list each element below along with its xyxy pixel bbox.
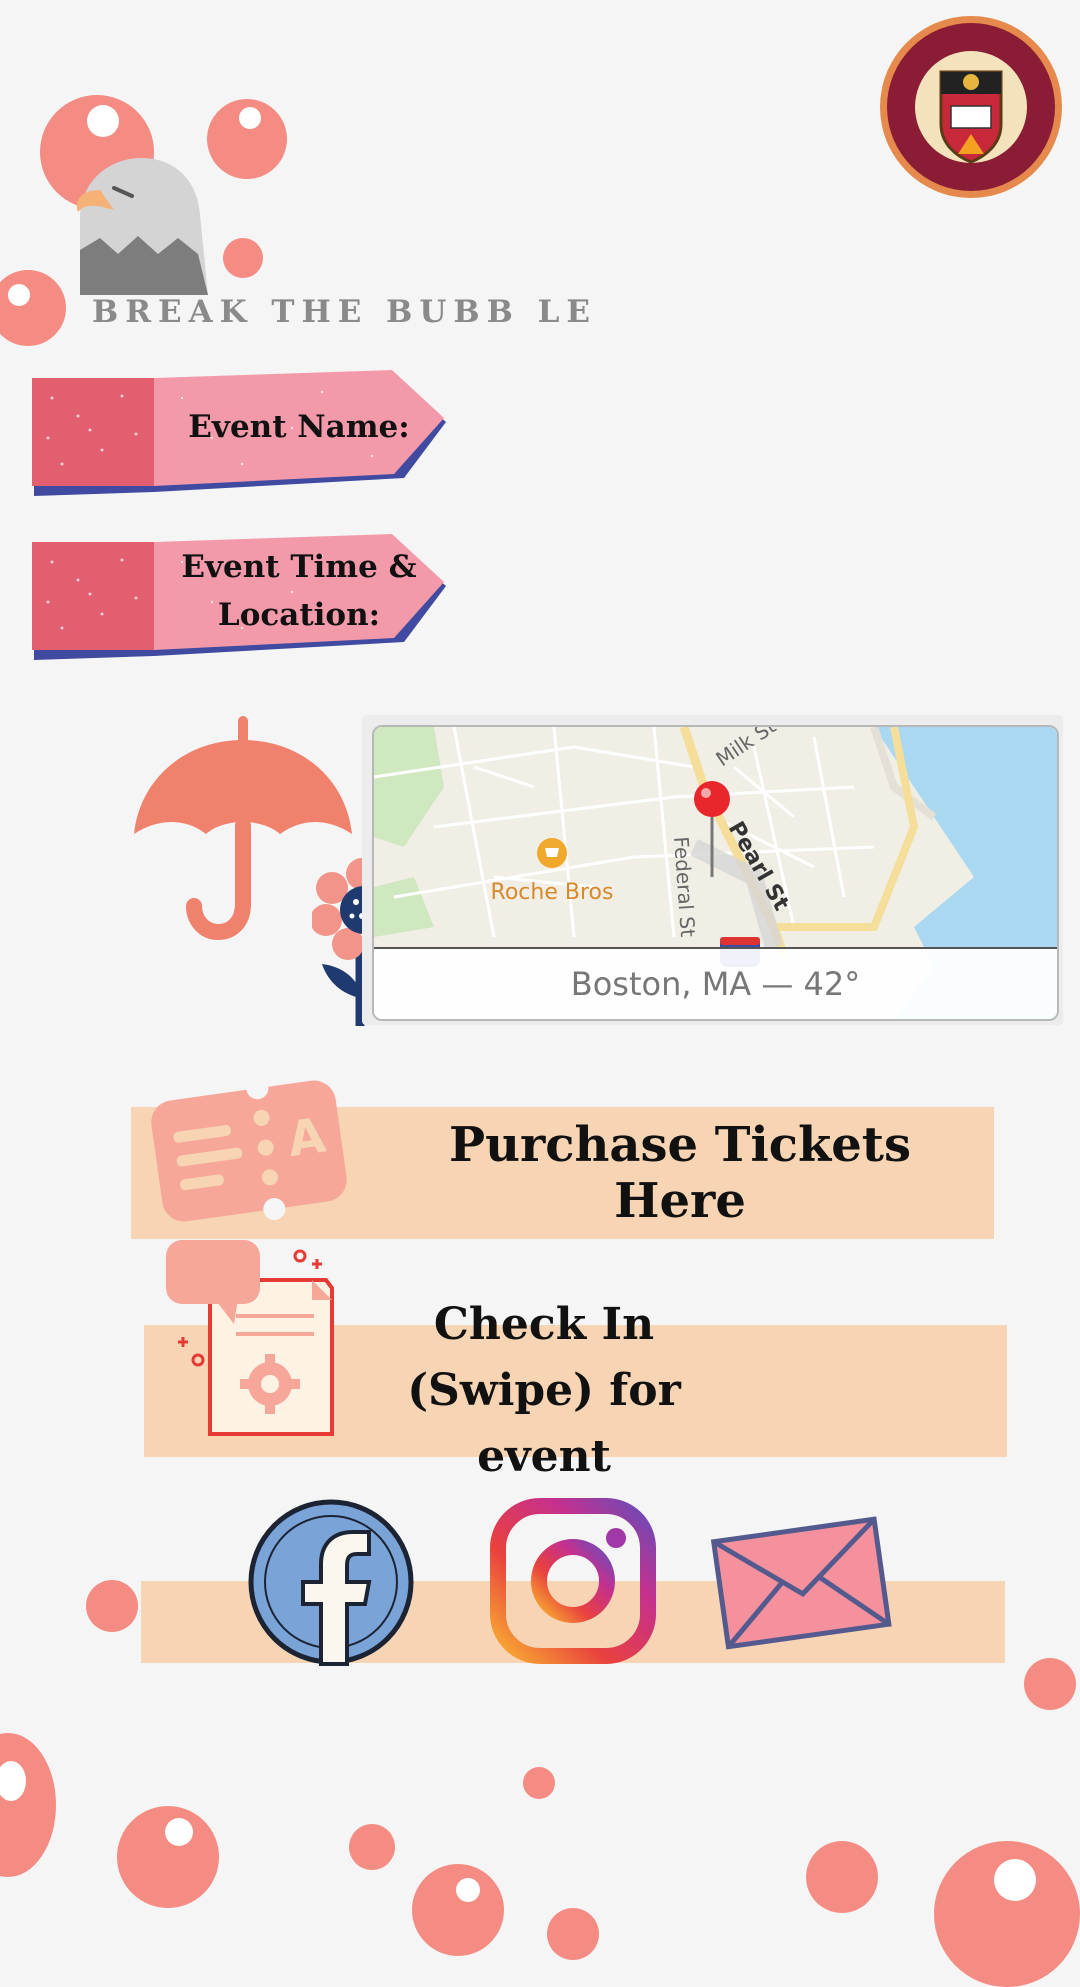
facebook-icon[interactable] [247,1498,415,1666]
decor-bubble [117,1806,219,1908]
map-pin-icon [694,781,730,877]
event-name-tag: Event Name: [32,368,446,496]
event-time-location-tag: Event Time & Location: [32,532,446,660]
email-icon[interactable] [710,1510,892,1652]
check-in-label: Check In (Swipe) for event [407,1299,681,1482]
decor-bubble [349,1824,395,1870]
decor-bubble [547,1908,599,1960]
decor-bubble [934,1841,1080,1987]
decor-bubble [806,1841,878,1913]
map-caption: Boston, MA — 42° [374,947,1057,1019]
decor-bubble [223,238,263,278]
eagle-icon [76,158,208,295]
purchase-tickets-label: Purchase Tickets Here [449,1117,911,1229]
document-gear-icon [166,1240,334,1436]
university-seal-icon [880,16,1062,198]
svg-text:A: A [284,1108,329,1169]
decor-bubble [523,1767,555,1799]
decor-bubble [0,270,66,346]
ticket-icon: A [151,1077,347,1222]
map-view[interactable]: Roche Bros Federal St Pearl St Milk St B… [372,725,1059,1021]
decor-bubble [412,1864,504,1956]
event-name-label: Event Name: [188,409,410,445]
decor-bubble [1024,1658,1076,1710]
event-time-location-label: Event Time & Location: [181,549,417,633]
decor-bubble [86,1580,138,1632]
event-location-map[interactable]: Roche Bros Federal St Pearl St Milk St B… [362,715,1063,1025]
instagram-icon[interactable] [490,1498,656,1664]
brand-title: BREAK THE BUBB LE [92,294,598,330]
decor-bubble [0,1733,56,1877]
map-label-store: Roche Bros [491,880,614,905]
